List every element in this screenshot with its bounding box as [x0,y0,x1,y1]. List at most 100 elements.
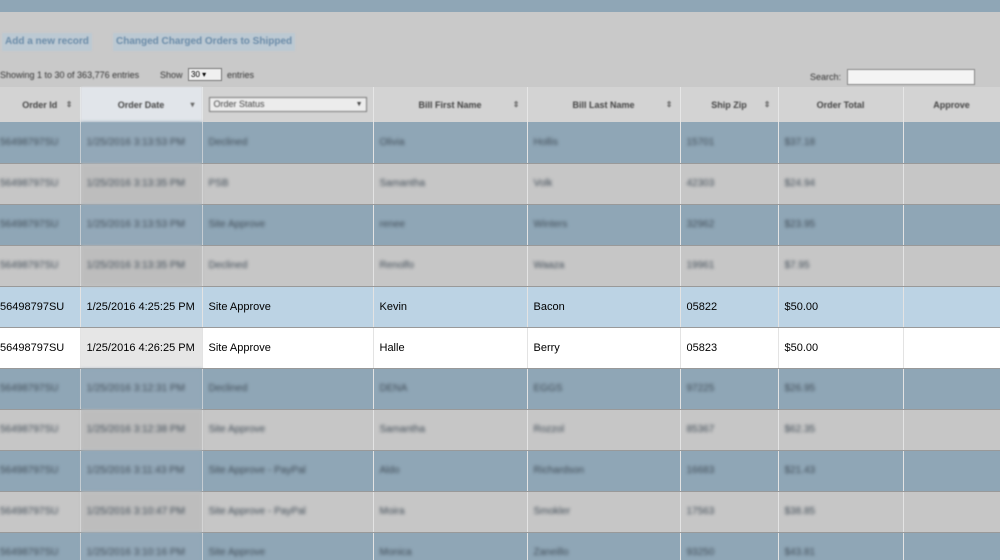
table-cell [903,245,1000,287]
cell-approve[interactable] [903,327,1000,369]
table-cell: $62.35 [778,409,904,451]
entries-info: Showing 1 to 30 of 363,776 entries [0,70,140,80]
cell-approve[interactable] [903,286,1000,328]
cell-order-total: $50.00 [778,286,904,328]
table-cell [903,532,1000,560]
table-cell: $26.95 [778,368,904,410]
change-charged-orders-link[interactable]: Changed Charged Orders to Shipped [113,33,296,51]
col-order-id[interactable]: Order Id ⇕ [0,87,81,122]
table-cell: 1/25/2016 3:10:16 PM [80,532,203,560]
cell-bill-first-name: Halle [373,327,528,369]
table-controls: Showing 1 to 30 of 363,776 entries Show … [0,67,1000,85]
table-cell: Renolfo [373,245,528,287]
table-cell: 19961 [680,245,779,287]
table-cell: 85367 [680,409,779,451]
table-cell [903,163,1000,205]
table-cell: Olivia [373,122,528,164]
table-cell [903,368,1000,410]
table-cell: Samantha [373,409,528,451]
table-cell: Volk [527,163,681,205]
table-row[interactable]: 56498797SU 1/25/2016 3:10:16 PM Site Appro… [0,532,1000,560]
table-cell: 56498797SU [0,163,81,205]
table-cell: 97225 [680,368,779,410]
sort-icon: ⇕ [665,100,673,109]
cell-order-id: 56498797SU [0,327,81,369]
page-length-select[interactable]: 30 ▾ [188,68,222,81]
table-row-selected[interactable]: 56498797SU 1/25/2016 4:25:25 PM Site Appro… [0,286,1000,328]
table-row[interactable]: 56498797SU 1/25/2016 3:13:53 PM Site Appro… [0,204,1000,246]
table-cell: 56498797SU [0,204,81,246]
col-bill-last-name[interactable]: Bill Last Name ⇕ [527,87,681,122]
table-cell: Rozzol [527,409,681,451]
table-cell: 1/25/2016 3:13:35 PM [80,245,203,287]
col-bill-first-name[interactable]: Bill First Name ⇕ [373,87,528,122]
entries-label: entries [227,70,255,80]
table-row[interactable]: 56498797SU 1/25/2016 3:13:35 PM PSB Samanth… [0,163,1000,205]
table-cell: 56498797SU [0,368,81,410]
table-cell: Site Approve - PayPal [202,450,374,492]
page-length-value: 30 [191,70,200,79]
column-header-label: Bill First Name [418,99,482,110]
table-cell: 93250 [680,532,779,560]
table-row[interactable]: 56498797SU 1/25/2016 3:11:43 PM Site Appro… [0,450,1000,492]
col-order-total[interactable]: Order Total [778,87,904,122]
table-row[interactable]: 56498797SU 1/25/2016 4:26:25 PM Site Appro… [0,327,1000,369]
cell-order-total: $50.00 [778,327,904,369]
chevron-down-icon: ▼ [355,101,363,108]
cell-bill-first-name: Kevin [373,286,528,328]
table-cell: $24.94 [778,163,904,205]
table-cell: 1/25/2016 3:13:53 PM [80,122,203,164]
cell-bill-last-name: Berry [527,327,681,369]
cell-order-status: Site Approve [202,327,374,369]
table-header: Order Id ⇕ Order Date ▾ Order Status ▼ Bill… [0,87,1000,122]
top-banner [0,0,1000,12]
search-label: Search: [810,72,842,82]
table-cell: 42303 [680,163,779,205]
search-input[interactable] [847,69,975,85]
table-cell: 56498797SU [0,491,81,533]
sort-icon: ⇕ [65,100,73,109]
col-ship-zip[interactable]: Ship Zip ⇕ [680,87,779,122]
table-cell: Site Approve [202,204,374,246]
table-cell: 56498797SU [0,122,81,164]
cell-bill-last-name: Bacon [527,286,681,328]
cell-ship-zip: 05823 [680,327,779,369]
table-cell: 56498797SU [0,245,81,287]
column-header-label: Order Id [22,99,58,110]
table-cell: Site Approve - PayPal [202,491,374,533]
column-header-label: Approve [933,99,970,110]
table-cell: Declined [202,245,374,287]
table-cell: $37.18 [778,122,904,164]
table-row[interactable]: 56498797SU 1/25/2016 3:10:47 PM Site Appro… [0,491,1000,533]
column-header-label: Order Total [816,99,865,110]
add-record-link[interactable]: Add a new record [2,33,92,51]
table-cell: Aldo [373,450,528,492]
table-cell: 1/25/2016 3:10:47 PM [80,491,203,533]
table-cell: Declined [202,122,374,164]
orders-table: Order Id ⇕ Order Date ▾ Order Status ▼ Bill… [0,87,1000,560]
table-cell [903,491,1000,533]
col-approve[interactable]: Approve [903,87,1000,122]
table-cell: Declined [202,368,374,410]
table-cell: PSB [202,163,374,205]
table-row[interactable]: 56498797SU 1/25/2016 3:12:38 PM Site Appro… [0,409,1000,451]
table-cell [903,450,1000,492]
table-cell: Smokler [527,491,681,533]
table-cell: $43.81 [778,532,904,560]
table-cell: $7.95 [778,245,904,287]
table-cell: $21.43 [778,450,904,492]
col-order-date[interactable]: Order Date ▾ [80,87,203,122]
table-cell [903,204,1000,246]
col-order-status[interactable]: Order Status ▼ [202,87,374,122]
table-row[interactable]: 56498797SU 1/25/2016 3:13:35 PM Declined Re… [0,245,1000,287]
table-row[interactable]: 56498797SU 1/25/2016 3:13:53 PM Declined Ol… [0,122,1000,164]
table-row[interactable]: 56498797SU 1/25/2016 3:12:31 PM Declined DE… [0,368,1000,410]
table-cell: Hollis [527,122,681,164]
table-cell: $23.95 [778,204,904,246]
order-status-filter-select[interactable]: Order Status ▼ [208,97,367,112]
column-header-label: Order Date [117,99,165,110]
table-cell: 1/25/2016 3:13:35 PM [80,163,203,205]
cell-ship-zip: 05822 [680,286,779,328]
table-cell: Samantha [373,163,528,205]
action-bar: Add a new record Changed Charged Orders … [0,33,1000,51]
